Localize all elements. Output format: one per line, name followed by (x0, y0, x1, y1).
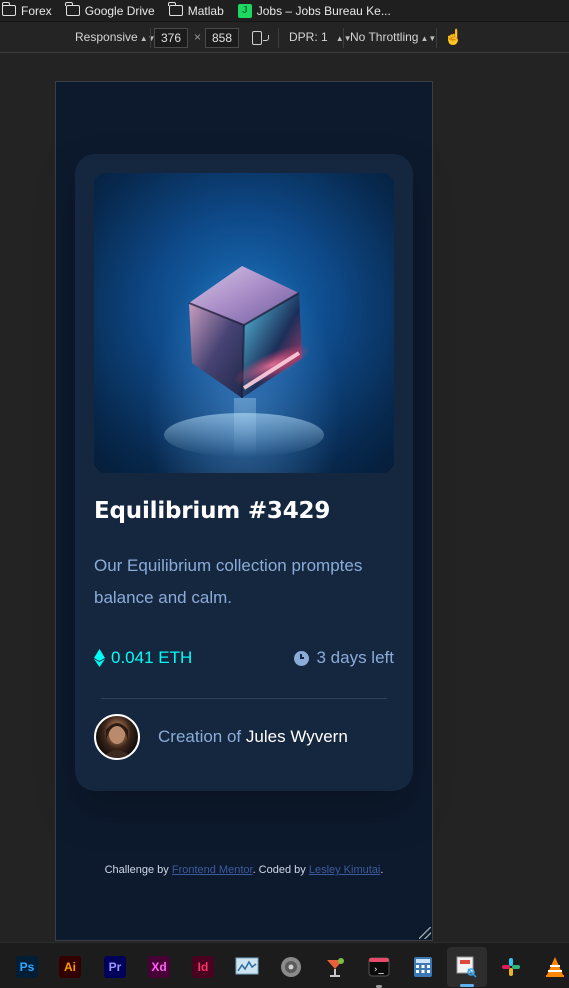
snipping-tool-icon[interactable] (456, 956, 478, 978)
nft-description: Our Equilibrium collection promptes bala… (94, 556, 363, 607)
crystal-cube-illustration (164, 266, 324, 458)
folder-icon (168, 2, 183, 16)
toolbar-divider (150, 28, 151, 48)
folder-icon (65, 2, 80, 16)
avatar-portrait (102, 723, 132, 758)
price: 0.041 ETH (94, 648, 192, 668)
slack-icon[interactable] (500, 956, 522, 978)
svg-text:›_: ›_ (373, 965, 384, 975)
author-link[interactable]: Lesley Kimutai (309, 864, 381, 876)
nft-stats: 0.041 ETH 3 days left (94, 648, 394, 672)
card-divider (101, 698, 387, 699)
jobs-favicon-icon: J (237, 3, 252, 18)
device-select[interactable]: Responsive ▲▼ (75, 30, 156, 44)
emulated-page: Equilibrium #3429 Our Equilibrium collec… (55, 81, 433, 941)
illustrator-icon[interactable]: Ai (59, 956, 81, 978)
premiere-icon[interactable]: Pr (104, 956, 126, 978)
device-select-label: Responsive (75, 30, 138, 44)
equilibrium-image[interactable] (94, 173, 394, 473)
time-left-value: 3 days left (316, 648, 395, 667)
bookmark-label: Jobs – Jobs Bureau Ke... (256, 3, 391, 18)
creator-avatar (94, 714, 140, 760)
creation-prefix: Creation of (158, 727, 242, 746)
ethereum-icon (94, 649, 105, 667)
bookmark-label: Forex (21, 3, 52, 18)
toolbar-divider (343, 28, 344, 48)
nft-title[interactable]: Equilibrium #3429 (94, 498, 330, 524)
folder-icon (1, 2, 16, 16)
creator-row: Creation of Jules Wyvern (94, 714, 348, 760)
bookmark-google-drive[interactable]: Google Drive (65, 2, 155, 18)
height-input[interactable]: 858 (205, 28, 239, 48)
toolbar-divider (436, 28, 437, 48)
creator-name-link[interactable]: Jules Wyvern (246, 727, 348, 746)
vlc-icon[interactable] (544, 956, 566, 978)
performance-monitor-icon[interactable] (235, 956, 259, 978)
attribution-suffix: . (380, 864, 384, 876)
clock-icon (293, 650, 309, 666)
nft-card: Equilibrium #3429 Our Equilibrium collec… (75, 154, 413, 791)
bookmark-matlab[interactable]: Matlab (168, 2, 224, 18)
terminal-icon[interactable]: ›_ (368, 956, 390, 978)
active-indicator (460, 984, 474, 987)
price-value: 0.041 ETH (111, 648, 193, 667)
attribution: Challenge by Frontend Mentor. Coded by L… (56, 864, 432, 876)
throttling-label: No Throttling (350, 30, 419, 44)
bookmark-jobs[interactable]: J Jobs – Jobs Bureau Ke... (237, 3, 391, 18)
width-input[interactable]: 376 (154, 28, 188, 48)
time-left: 3 days left (293, 648, 395, 668)
calculator-icon[interactable] (412, 956, 434, 978)
creator-text: Creation of Jules Wyvern (158, 727, 348, 747)
photoshop-icon[interactable]: Ps (16, 956, 38, 978)
bookmarks-bar: Forex Google Drive Matlab J Jobs – Jobs … (0, 0, 569, 22)
bookmark-label: Google Drive (84, 3, 155, 18)
bookmark-forex[interactable]: Forex (1, 2, 52, 18)
xd-icon[interactable]: Xd (148, 956, 170, 978)
dpr-label: DPR: 1 (289, 30, 328, 44)
toolbar-divider (278, 28, 279, 48)
throttling-select[interactable]: No Throttling ▲▼ (350, 30, 436, 44)
indesign-icon[interactable]: Id (192, 956, 214, 978)
attribution-middle: . Coded by (252, 864, 309, 876)
disc-icon[interactable] (280, 956, 302, 978)
rotate-icon[interactable] (252, 31, 269, 45)
frontend-mentor-link[interactable]: Frontend Mentor (172, 864, 253, 876)
resize-handle[interactable] (419, 927, 431, 939)
attribution-prefix: Challenge by (104, 864, 172, 876)
taskbar: Ps Ai Pr Xd Id ›_ (0, 942, 569, 988)
bookmark-label: Matlab (187, 3, 224, 18)
device-toolbar: Responsive▲▼ 376 × 858 DPR: 1 ▲▼ No Throt… (0, 23, 569, 53)
touch-hand-icon[interactable]: ☝ (444, 29, 463, 47)
select-arrows-icon: ▲▼ (420, 34, 437, 43)
dimension-separator: × (194, 30, 202, 44)
cocktail-app-icon[interactable] (324, 956, 346, 978)
